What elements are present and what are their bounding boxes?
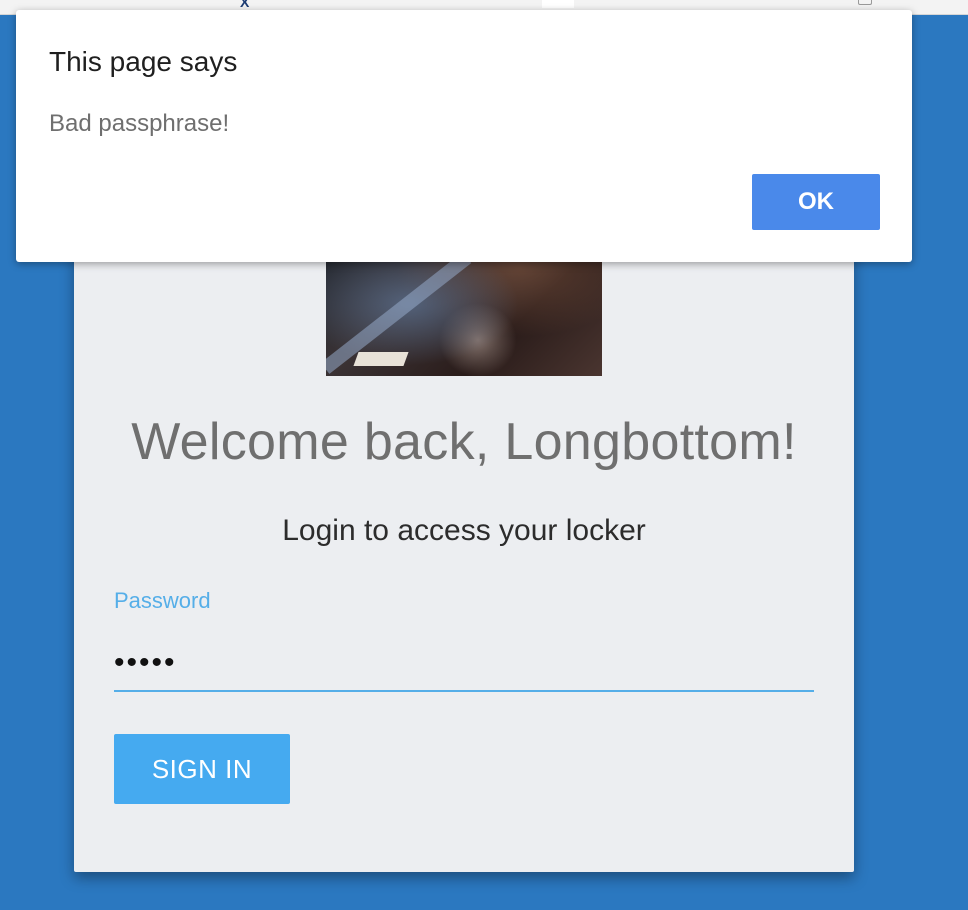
password-field[interactable] [114, 636, 814, 692]
password-label: Password [114, 588, 211, 613]
alert-message: Bad passphrase! [49, 110, 230, 137]
ok-button[interactable]: OK [752, 174, 880, 230]
alert-dialog: This page says Bad passphrase! OK [16, 10, 912, 262]
extension-icon[interactable]: X [240, 0, 249, 10]
address-bar-fragment[interactable] [542, 0, 574, 8]
welcome-heading: Welcome back, Longbottom! [131, 413, 797, 471]
share-icon[interactable] [858, 0, 872, 5]
image-detail [353, 352, 409, 366]
sign-in-button[interactable]: SIGN IN [114, 734, 290, 804]
alert-title: This page says [49, 46, 238, 77]
login-subtitle: Login to access your locker [282, 514, 646, 547]
login-card: Welcome back, Longbottom! Login to acces… [74, 196, 854, 872]
